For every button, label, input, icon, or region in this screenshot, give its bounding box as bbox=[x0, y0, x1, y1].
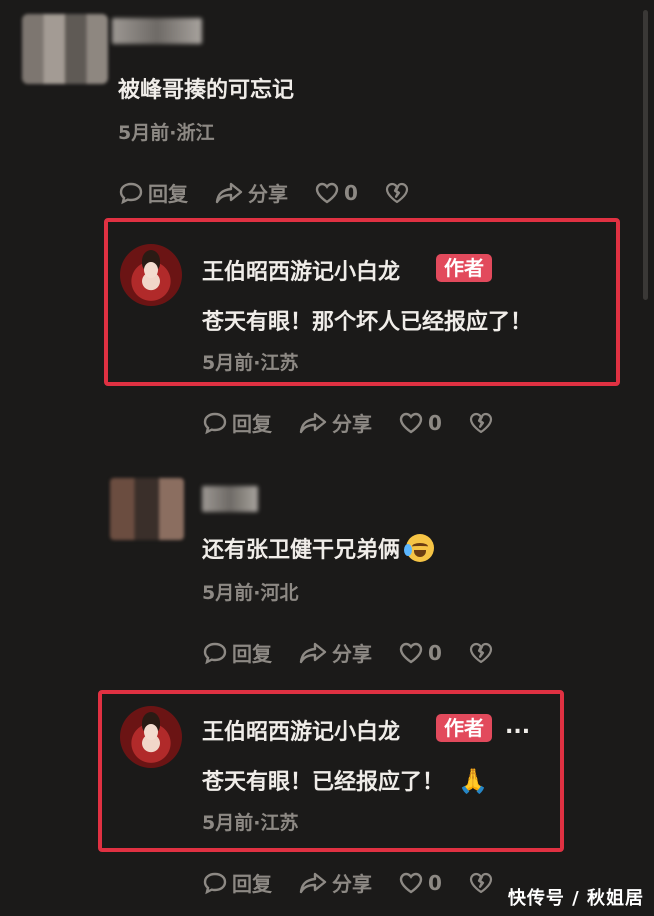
highlight-box bbox=[104, 218, 620, 386]
username[interactable]: 王伯昭西游记小白龙 bbox=[202, 714, 400, 746]
dislike-button[interactable] bbox=[384, 181, 414, 205]
name-ellipsis: ... bbox=[505, 714, 531, 739]
comment-actions: 回复 分享 0 bbox=[202, 638, 524, 667]
reply-button[interactable]: 回复 bbox=[118, 178, 188, 207]
like-button[interactable]: 0 bbox=[398, 641, 442, 665]
author-badge: 作者 bbox=[436, 254, 492, 282]
author-badge: 作者 bbox=[436, 714, 492, 742]
share-label: 分享 bbox=[332, 872, 372, 896]
like-button[interactable]: 0 bbox=[398, 411, 442, 435]
share-label: 分享 bbox=[332, 412, 372, 436]
share-icon bbox=[299, 412, 327, 433]
broken-heart-icon bbox=[469, 642, 493, 663]
crying-laughing-emoji-icon bbox=[404, 534, 435, 562]
comment-actions: 回复 分享 0 bbox=[118, 178, 440, 207]
share-label: 分享 bbox=[332, 642, 372, 666]
comment-text: 还有张卫健干兄弟俩 bbox=[202, 532, 435, 564]
broken-heart-icon bbox=[469, 872, 493, 893]
scrollbar[interactable] bbox=[643, 10, 648, 300]
reply-label: 回复 bbox=[232, 412, 272, 436]
reply-button[interactable]: 回复 bbox=[202, 638, 272, 667]
broken-heart-icon bbox=[385, 182, 409, 203]
comment-meta: 5月前·浙江 bbox=[118, 122, 215, 144]
share-icon bbox=[299, 642, 327, 663]
reply-button[interactable]: 回复 bbox=[202, 408, 272, 437]
heart-icon bbox=[399, 872, 423, 893]
share-button[interactable]: 分享 bbox=[298, 638, 372, 667]
comment-meta: 5月前·江苏 bbox=[202, 812, 299, 834]
comment-actions: 回复 分享 0 bbox=[202, 868, 524, 897]
heart-icon bbox=[399, 642, 423, 663]
share-icon bbox=[215, 182, 243, 203]
reply-icon bbox=[119, 182, 143, 204]
comment-text: 被峰哥揍的可忘记 bbox=[118, 78, 295, 103]
avatar[interactable] bbox=[22, 14, 108, 84]
avatar[interactable] bbox=[120, 706, 182, 768]
comment-meta: 5月前·河北 bbox=[202, 582, 299, 604]
comment-meta: 5月前·江苏 bbox=[202, 352, 299, 374]
like-count: 0 bbox=[428, 640, 442, 665]
reply-icon bbox=[203, 872, 227, 894]
avatar[interactable] bbox=[110, 478, 184, 540]
reply-label: 回复 bbox=[232, 872, 272, 896]
dislike-button[interactable] bbox=[468, 411, 498, 435]
broken-heart-icon bbox=[469, 412, 493, 433]
share-label: 分享 bbox=[248, 182, 288, 206]
dislike-button[interactable] bbox=[468, 641, 498, 665]
like-count: 0 bbox=[428, 410, 442, 435]
reply-label: 回复 bbox=[232, 642, 272, 666]
like-button[interactable]: 0 bbox=[398, 871, 442, 895]
watermark: 快传号 / 秋姐居 bbox=[507, 888, 644, 909]
avatar[interactable] bbox=[120, 244, 182, 306]
comment-text: 苍天有眼！已经报应了！ 🙏 bbox=[202, 764, 488, 796]
reply-label: 回复 bbox=[148, 182, 188, 206]
heart-icon bbox=[399, 412, 423, 433]
share-button[interactable]: 分享 bbox=[298, 868, 372, 897]
like-count: 0 bbox=[428, 870, 442, 895]
dislike-button[interactable] bbox=[468, 871, 498, 895]
like-count: 0 bbox=[344, 180, 358, 205]
username-blurred[interactable] bbox=[202, 486, 258, 512]
reply-icon bbox=[203, 642, 227, 664]
praying-hands-emoji-icon: 🙏 bbox=[458, 767, 488, 795]
comment-text: 苍天有眼！那个坏人已经报应了！ bbox=[202, 310, 533, 335]
comment-actions: 回复 分享 0 bbox=[202, 408, 524, 437]
username-blurred[interactable] bbox=[112, 18, 202, 44]
comment-text-content: 苍天有眼！已经报应了！ bbox=[202, 770, 445, 795]
comment-text-content: 还有张卫健干兄弟俩 bbox=[202, 538, 401, 563]
reply-button[interactable]: 回复 bbox=[202, 868, 272, 897]
share-icon bbox=[299, 872, 327, 893]
heart-icon bbox=[315, 182, 339, 203]
like-button[interactable]: 0 bbox=[314, 181, 358, 205]
share-button[interactable]: 分享 bbox=[214, 178, 288, 207]
reply-icon bbox=[203, 412, 227, 434]
share-button[interactable]: 分享 bbox=[298, 408, 372, 437]
username[interactable]: 王伯昭西游记小白龙 bbox=[202, 254, 400, 286]
